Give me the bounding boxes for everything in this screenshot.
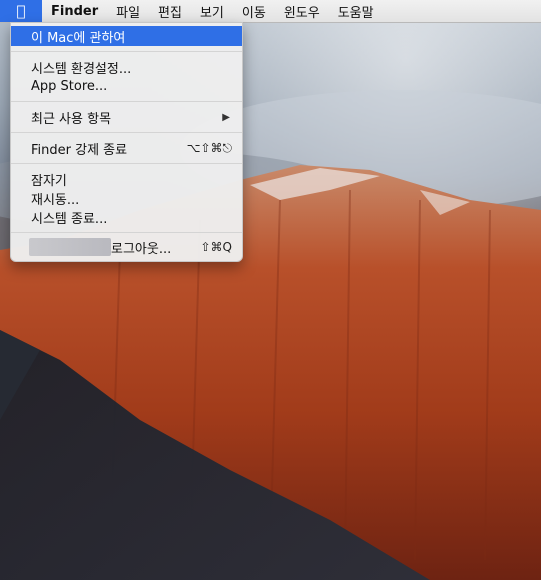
menu-item-shutdown[interactable]: 시스템 종료... (11, 207, 242, 227)
menu-item-sleep[interactable]: 잠자기 (11, 169, 242, 189)
menu-item-app-store[interactable]: App Store... (11, 76, 242, 96)
menu-view[interactable]: 보기 (191, 0, 233, 22)
menu-finder[interactable]: Finder (42, 0, 107, 22)
redacted-username (29, 238, 111, 256)
menu-item-label: 최근 사용 항목 (31, 111, 112, 127)
menu-file[interactable]: 파일 (107, 0, 149, 22)
menu-edit[interactable]: 편집 (149, 0, 191, 22)
submenu-arrow-icon: ▶ (222, 111, 230, 123)
menu-item-logout[interactable]: 로그아웃... ⇧⌘Q (11, 237, 242, 257)
logout-shortcut: ⇧⌘Q (200, 240, 233, 254)
menu-separator (11, 163, 242, 164)
menu-window[interactable]: 윈도우 (275, 0, 329, 22)
menu-item-label: 시스템 종료... (31, 211, 108, 227)
apple-menu-dropdown: 이 Mac에 관하여 시스템 환경설정... App Store... 최근 사… (10, 22, 243, 262)
menu-separator (11, 232, 242, 233)
menu-item-label: 재시동... (31, 192, 80, 208)
menu-item-system-preferences[interactable]: 시스템 환경설정... (11, 57, 242, 77)
apple-menu-button[interactable]:  (0, 0, 42, 22)
menu-go[interactable]: 이동 (233, 0, 275, 22)
apple-logo-icon:  (16, 2, 25, 20)
menu-item-label: Finder 강제 종료 (31, 142, 128, 158)
menu-help[interactable]: 도움말 (329, 0, 383, 22)
menu-separator (11, 132, 242, 133)
menu-item-about-this-mac[interactable]: 이 Mac에 관하여 (11, 26, 242, 46)
menu-item-label: 잠자기 (31, 173, 67, 189)
menu-item-label: App Store... (31, 78, 108, 94)
menu-separator (11, 101, 242, 102)
menu-item-label: 이 Mac에 관하여 (31, 30, 126, 46)
force-quit-shortcut: ⌥⇧⌘⎋ (186, 140, 232, 155)
menu-item-label: 시스템 환경설정... (31, 61, 132, 77)
menu-separator (11, 51, 242, 52)
menu-bar:  Finder 파일 편집 보기 이동 윈도우 도움말 (0, 0, 541, 23)
menu-item-force-quit[interactable]: Finder 강제 종료 ⌥⇧⌘⎋ (11, 138, 242, 158)
menu-item-restart[interactable]: 재시동... (11, 188, 242, 208)
menu-item-recent-items[interactable]: 최근 사용 항목 ▶ (11, 107, 242, 127)
menu-item-label: 로그아웃... (111, 241, 172, 257)
